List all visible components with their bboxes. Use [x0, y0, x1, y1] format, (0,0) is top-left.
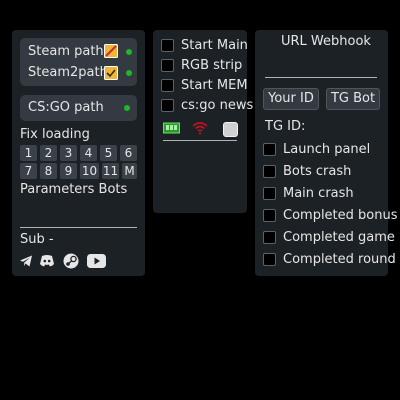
completed-game-label: Completed game	[283, 229, 395, 245]
discord-icon[interactable]	[39, 254, 55, 268]
steam-path-status-dot	[126, 49, 132, 55]
csgo-news-checkbox[interactable]	[161, 98, 174, 112]
memory-icon[interactable]	[163, 122, 180, 135]
url-webhook-label: URL Webhook	[281, 34, 371, 49]
youtube-icon[interactable]	[87, 254, 106, 268]
bots-crash-checkbox[interactable]	[263, 164, 276, 178]
launch-panel-checkbox[interactable]	[263, 142, 276, 156]
completed-bonus-checkbox[interactable]	[263, 208, 276, 222]
main-crash-checkbox-row[interactable]: Main crash	[263, 185, 354, 201]
fix-button-3[interactable]: 3	[60, 145, 77, 161]
csgo-path-status-dot	[124, 105, 130, 111]
your-id-button[interactable]: Your ID	[263, 88, 319, 110]
bots-crash-checkbox-row[interactable]: Bots crash	[263, 163, 351, 179]
fix-button-7[interactable]: 7	[20, 163, 37, 179]
start-main-label: Start Main	[181, 37, 248, 53]
start-mem-label: Start MEM	[181, 77, 248, 93]
csgo-path-box[interactable]: CS:GO path	[20, 95, 137, 121]
start-main-checkbox[interactable]	[161, 38, 174, 52]
stop-square-icon[interactable]	[223, 122, 238, 137]
csgo-path-label: CS:GO path	[28, 100, 104, 115]
steam-path-label[interactable]: Steam path	[28, 44, 104, 59]
steam-paths-box: Steam path Steam2path	[20, 38, 137, 86]
fix-button-9[interactable]: 9	[60, 163, 77, 179]
fix-button-5[interactable]: 5	[100, 145, 117, 161]
right-panel: URL Webhook Your ID TG Bot TG ID: Launch…	[255, 30, 398, 276]
completed-bonus-checkbox-row[interactable]: Completed bonus	[263, 207, 398, 223]
fix-button-8[interactable]: 8	[40, 163, 57, 179]
launch-panel-label: Launch panel	[283, 141, 371, 157]
separator	[163, 140, 237, 141]
steam-path-file-icon[interactable]	[104, 44, 118, 58]
steam-icon[interactable]	[63, 253, 79, 269]
completed-round-checkbox[interactable]	[263, 252, 276, 266]
fix-button-11[interactable]: 11	[102, 163, 119, 179]
steam2-path-status-dot	[126, 70, 132, 76]
main-crash-checkbox[interactable]	[263, 186, 276, 200]
launch-panel-checkbox-row[interactable]: Launch panel	[263, 141, 370, 157]
start-main-checkbox-row[interactable]: Start Main	[161, 37, 248, 53]
main-crash-label: Main crash	[283, 185, 354, 201]
rgb-strip-label: RGB strip	[181, 57, 243, 73]
fix-button-6[interactable]: 6	[120, 145, 137, 161]
left-panel: Steam path Steam2path CS:GO path Fix loa…	[12, 30, 145, 276]
start-mem-checkbox-row[interactable]: Start MEM	[161, 77, 248, 93]
csgo-news-label: cs:go news	[181, 97, 254, 113]
completed-bonus-label: Completed bonus	[283, 207, 398, 223]
middle-panel: Start Main RGB strip Start MEM cs:go new…	[153, 30, 253, 213]
wifi-icon[interactable]	[192, 121, 208, 135]
tg-bot-button[interactable]: TG Bot	[326, 88, 380, 110]
webhook-url-field-underline[interactable]	[265, 77, 377, 78]
fix-loading-label: Fix loading	[20, 127, 90, 142]
completed-round-checkbox-row[interactable]: Completed round	[263, 251, 396, 267]
rgb-strip-checkbox[interactable]	[161, 58, 174, 72]
csgo-news-checkbox-row[interactable]: cs:go news	[161, 97, 253, 113]
start-mem-checkbox[interactable]	[161, 78, 174, 92]
bots-crash-label: Bots crash	[283, 163, 352, 179]
parameters-bots-label[interactable]: Parameters Bots	[20, 182, 127, 197]
fix-button-10[interactable]: 10	[80, 163, 99, 179]
fix-button-m[interactable]: M	[122, 163, 137, 179]
sub-label: Sub -	[20, 232, 54, 247]
steam2-path-file-icon[interactable]	[104, 66, 118, 80]
telegram-icon[interactable]	[19, 254, 33, 268]
completed-game-checkbox[interactable]	[263, 230, 276, 244]
completed-game-checkbox-row[interactable]: Completed game	[263, 229, 395, 245]
separator	[20, 227, 137, 228]
completed-round-label: Completed round	[283, 251, 396, 267]
tg-id-label: TG ID:	[265, 119, 306, 134]
fix-button-1[interactable]: 1	[20, 145, 37, 161]
rgb-strip-checkbox-row[interactable]: RGB strip	[161, 57, 242, 73]
steam2-path-label[interactable]: Steam2path	[28, 65, 108, 80]
fix-button-2[interactable]: 2	[40, 145, 57, 161]
fix-button-4[interactable]: 4	[80, 145, 97, 161]
